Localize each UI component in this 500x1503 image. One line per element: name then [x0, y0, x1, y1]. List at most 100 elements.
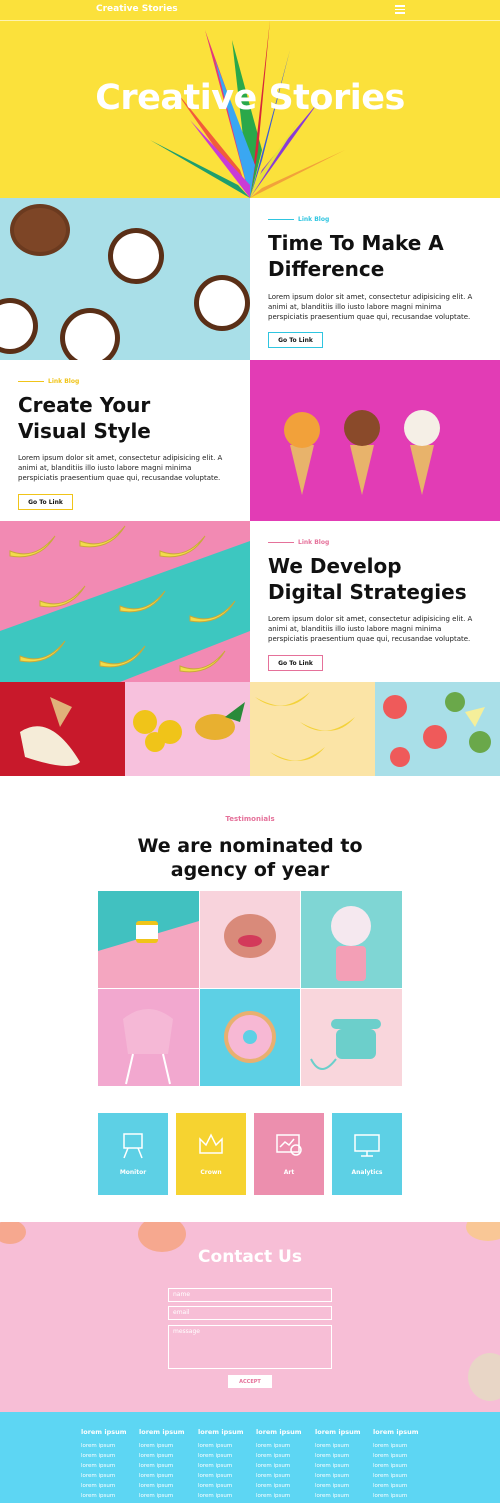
- footer-link[interactable]: lorem ipsum: [81, 1471, 133, 1481]
- footer-link[interactable]: lorem ipsum: [315, 1481, 367, 1491]
- footer-link[interactable]: lorem ipsum: [373, 1461, 425, 1471]
- go-to-link-button[interactable]: Go To Link: [18, 494, 73, 510]
- accept-button[interactable]: ACCEPT: [228, 1375, 272, 1388]
- footer-link[interactable]: lorem ipsum: [81, 1451, 133, 1461]
- footer-column: lorem ipsum lorem ipsum lorem ipsum lorem i…: [256, 1428, 308, 1501]
- footer-link[interactable]: lorem ipsum: [373, 1471, 425, 1481]
- footer-link[interactable]: lorem ipsum: [139, 1491, 191, 1501]
- tag-label: Link Blog: [298, 539, 330, 546]
- footer-link[interactable]: lorem ipsum: [198, 1491, 250, 1501]
- art-icon: [276, 1134, 302, 1156]
- go-to-link-button[interactable]: Go To Link: [268, 655, 323, 671]
- footer-link[interactable]: lorem ipsum: [256, 1471, 308, 1481]
- footer-link[interactable]: lorem ipsum: [256, 1481, 308, 1491]
- footer-heading: lorem ipsum: [315, 1428, 361, 1436]
- footer-link[interactable]: lorem ipsum: [315, 1471, 367, 1481]
- footer-link[interactable]: lorem ipsum: [315, 1491, 367, 1501]
- tag-label: Link Blog: [48, 378, 80, 385]
- footer-link[interactable]: lorem ipsum: [81, 1461, 133, 1471]
- blog-card: Link Blog Create Your Visual Style Lorem …: [0, 360, 250, 521]
- footer-link[interactable]: lorem ipsum: [81, 1481, 133, 1491]
- footer-link[interactable]: lorem ipsum: [256, 1441, 308, 1451]
- service-monitor-card[interactable]: Monitor: [98, 1113, 168, 1195]
- footer-link[interactable]: lorem ipsum: [81, 1441, 133, 1451]
- footer-link[interactable]: lorem ipsum: [198, 1481, 250, 1491]
- footer-heading: lorem ipsum: [139, 1428, 185, 1436]
- pineapple-slices-image: [125, 682, 250, 776]
- blog-title: Time To Make A Difference: [268, 231, 444, 281]
- service-label: Art: [283, 1169, 295, 1176]
- blog-body: Lorem ipsum dolor sit amet, consectetur …: [268, 615, 473, 643]
- service-label: Crown: [200, 1169, 222, 1176]
- footer-column: lorem ipsum lorem ipsum lorem ipsum lorem i…: [373, 1428, 425, 1501]
- lips-image: [200, 891, 300, 988]
- service-art-card[interactable]: Art: [254, 1113, 324, 1195]
- footer-link[interactable]: lorem ipsum: [198, 1461, 250, 1471]
- tag-line: [268, 219, 294, 220]
- footer-link[interactable]: lorem ipsum: [315, 1441, 367, 1451]
- footer-heading: lorem ipsum: [373, 1428, 419, 1436]
- blog-title: Create Your Visual Style: [18, 393, 151, 443]
- service-label: Monitor: [119, 1169, 147, 1176]
- banana-image: [0, 521, 250, 682]
- footer-column: lorem ipsum lorem ipsum lorem ipsum lorem i…: [139, 1428, 191, 1501]
- tag-line: [18, 381, 44, 382]
- footer-link[interactable]: lorem ipsum: [139, 1481, 191, 1491]
- coconut-image: [0, 198, 250, 360]
- fruit-slices-image: [375, 682, 500, 776]
- service-crown-card[interactable]: Crown: [176, 1113, 246, 1195]
- testimonials-title: We are nominated to agency of year: [137, 835, 363, 881]
- coffee-cup-image: [98, 891, 199, 988]
- footer: lorem ipsum lorem ipsum lorem ipsum lorem i…: [0, 1412, 500, 1503]
- footer-link[interactable]: lorem ipsum: [198, 1441, 250, 1451]
- name-field[interactable]: name: [168, 1288, 332, 1302]
- tag-label: Link Blog: [298, 216, 330, 223]
- go-to-link-button[interactable]: Go To Link: [268, 332, 323, 348]
- footer-link[interactable]: lorem ipsum: [256, 1491, 308, 1501]
- email-field[interactable]: email: [168, 1306, 332, 1320]
- footer-column: lorem ipsum lorem ipsum lorem ipsum lorem i…: [198, 1428, 250, 1501]
- footer-link[interactable]: lorem ipsum: [373, 1441, 425, 1451]
- footer-column: lorem ipsum lorem ipsum lorem ipsum lorem i…: [81, 1428, 133, 1501]
- hamburger-menu-icon[interactable]: [395, 3, 405, 15]
- footer-link[interactable]: lorem ipsum: [139, 1451, 191, 1461]
- footer-link[interactable]: lorem ipsum: [315, 1451, 367, 1461]
- footer-link[interactable]: lorem ipsum: [81, 1491, 133, 1501]
- monitor-icon: [354, 1134, 380, 1157]
- footer-link[interactable]: lorem ipsum: [373, 1481, 425, 1491]
- bananas-image: [250, 682, 375, 776]
- footer-heading: lorem ipsum: [256, 1428, 302, 1436]
- pink-chair-image: [98, 989, 199, 1086]
- gumball-machine-image: [301, 891, 402, 988]
- divider: [0, 20, 500, 21]
- footer-link[interactable]: lorem ipsum: [198, 1471, 250, 1481]
- footer-link[interactable]: lorem ipsum: [256, 1451, 308, 1461]
- contact-title: Contact Us: [198, 1247, 302, 1267]
- ice-cream-image: [250, 360, 500, 521]
- footer-link[interactable]: lorem ipsum: [139, 1461, 191, 1471]
- service-analytics-card[interactable]: Analytics: [332, 1113, 402, 1195]
- donut-image: [200, 989, 300, 1086]
- melting-ice-cream-image: [0, 682, 125, 776]
- service-label: Analytics: [351, 1169, 383, 1176]
- brand-logo[interactable]: Creative Stories: [96, 4, 178, 14]
- blog-title: We Develop Digital Strategies: [268, 554, 467, 604]
- message-field[interactable]: message: [168, 1325, 332, 1369]
- hero-title: Creative Stories: [95, 78, 405, 118]
- contact-section: Contact Us name email message ACCEPT: [0, 1222, 500, 1412]
- footer-link[interactable]: lorem ipsum: [373, 1451, 425, 1461]
- footer-link[interactable]: lorem ipsum: [139, 1441, 191, 1451]
- footer-link[interactable]: lorem ipsum: [373, 1491, 425, 1501]
- crown-icon: [199, 1133, 223, 1154]
- easel-icon: [123, 1133, 143, 1159]
- testimonials-tag: Testimonials: [225, 815, 275, 823]
- footer-heading: lorem ipsum: [198, 1428, 244, 1436]
- blog-body: Lorem ipsum dolor sit amet, consectetur …: [268, 293, 473, 321]
- footer-link[interactable]: lorem ipsum: [256, 1461, 308, 1471]
- top-navbar: Creative Stories: [0, 0, 500, 21]
- tag-line: [268, 542, 294, 543]
- footer-link[interactable]: lorem ipsum: [139, 1471, 191, 1481]
- footer-link[interactable]: lorem ipsum: [315, 1461, 367, 1471]
- footer-link[interactable]: lorem ipsum: [198, 1451, 250, 1461]
- blog-card: Link Blog We Develop Digital Strategies L…: [250, 521, 500, 682]
